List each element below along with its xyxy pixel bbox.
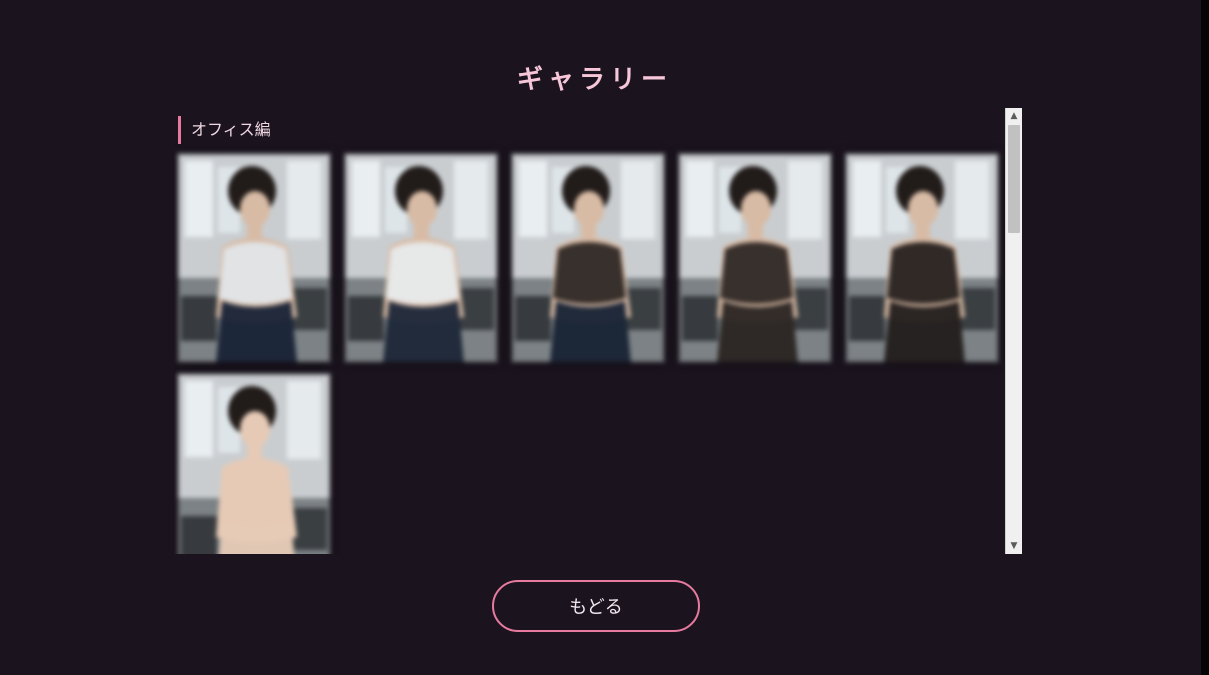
- gallery-image: [177, 153, 331, 363]
- gallery-thumbnail[interactable]: [678, 153, 832, 363]
- gallery-image: [344, 153, 498, 363]
- scroll-down-icon[interactable]: ▼: [1006, 538, 1022, 554]
- vertical-scrollbar[interactable]: ▲ ▼: [1005, 108, 1022, 554]
- gallery-image: [678, 153, 832, 363]
- gallery-thumbnail[interactable]: [511, 153, 665, 363]
- gallery-thumbnail[interactable]: [177, 373, 331, 554]
- gallery-image: [177, 373, 331, 554]
- gallery-thumbnail[interactable]: [845, 153, 999, 363]
- back-button[interactable]: もどる: [492, 580, 700, 632]
- gallery-thumbnail[interactable]: [177, 153, 331, 363]
- gallery-image: [511, 153, 665, 363]
- gallery-screen: ギャラリー オフィス編 ▲ ▼ もどる: [0, 0, 1209, 675]
- gallery-grid: [177, 153, 1003, 554]
- gallery-image: [845, 153, 999, 363]
- section-title-office: オフィス編: [178, 116, 271, 144]
- scrollbar-thumb[interactable]: [1008, 125, 1020, 233]
- gallery-scroll-panel[interactable]: オフィス編 ▲ ▼: [174, 108, 1022, 554]
- window-edge: [1201, 0, 1209, 675]
- page-title: ギャラリー: [516, 65, 672, 96]
- gallery-thumbnail[interactable]: [344, 153, 498, 363]
- scroll-up-icon[interactable]: ▲: [1006, 108, 1022, 124]
